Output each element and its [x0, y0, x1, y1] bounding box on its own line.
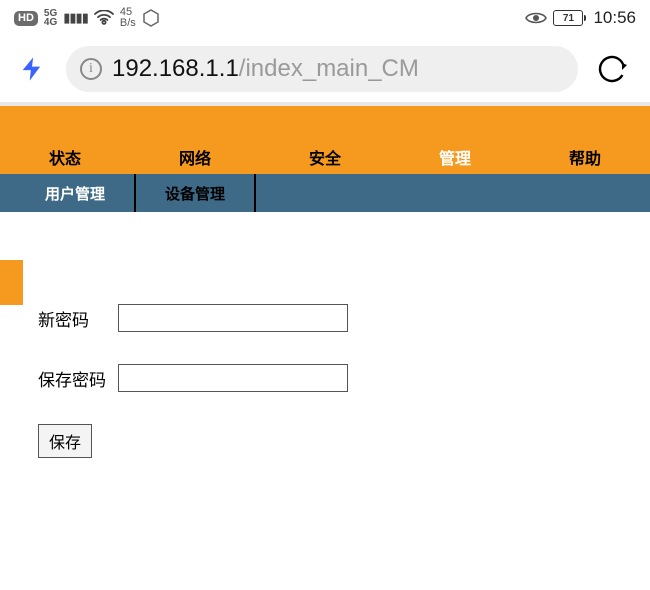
nav-help[interactable]: 帮助 — [520, 140, 650, 174]
phone-status-bar: HD 5G 4G ▮▮▮▮ 45 B/s 71 10:56 — [0, 0, 650, 36]
subnav-device-mgmt[interactable]: 设备管理 — [136, 174, 256, 212]
row-new-password: 新密码 — [38, 304, 626, 332]
save-button[interactable]: 保存 — [38, 424, 92, 458]
bytes-unit: B/s — [120, 18, 136, 29]
reload-button[interactable] — [588, 53, 636, 85]
url-path: /index_main_CM — [239, 55, 419, 82]
nav-security[interactable]: 安全 — [260, 140, 390, 174]
status-left-cluster: HD 5G 4G ▮▮▮▮ 45 B/s — [14, 7, 160, 29]
side-accent — [0, 260, 23, 305]
password-form: 新密码 保存密码 保存 — [0, 212, 650, 458]
input-new-password[interactable] — [118, 304, 348, 332]
network-4g: 4G — [44, 18, 57, 27]
label-confirm-password: 保存密码 — [38, 366, 108, 391]
header-accent — [0, 102, 650, 140]
sub-nav: 用户管理 设备管理 — [0, 174, 650, 212]
nav-status[interactable]: 状态 — [0, 140, 130, 174]
input-confirm-password[interactable] — [118, 364, 348, 392]
subnav-user-mgmt[interactable]: 用户管理 — [16, 174, 136, 212]
site-info-icon[interactable]: i — [80, 58, 102, 80]
label-new-password: 新密码 — [38, 306, 108, 331]
quick-action-button[interactable] — [8, 45, 56, 93]
address-field[interactable]: i 192.168.1.1/index_main_CM — [66, 46, 578, 92]
battery-percent: 71 — [563, 13, 574, 24]
network-type: 5G 4G — [44, 9, 57, 27]
status-right-cluster: 71 10:56 — [525, 8, 636, 28]
url-host: 192.168.1.1 — [112, 55, 239, 82]
battery-indicator: 71 — [553, 10, 583, 26]
main-nav: 状态 网络 安全 管理 帮助 — [0, 140, 650, 174]
bytes-counter: 45 B/s — [120, 7, 136, 29]
eye-icon — [525, 11, 547, 25]
url-text: 192.168.1.1/index_main_CM — [112, 55, 419, 83]
nav-network[interactable]: 网络 — [130, 140, 260, 174]
row-confirm-password: 保存密码 — [38, 364, 626, 392]
nav-manage[interactable]: 管理 — [390, 140, 520, 174]
browser-url-bar: i 192.168.1.1/index_main_CM — [0, 36, 650, 102]
hex-icon — [142, 9, 160, 27]
signal-icon: ▮▮▮▮ — [63, 10, 88, 26]
wifi-icon — [94, 10, 114, 26]
hd-badge: HD — [14, 11, 38, 26]
clock: 10:56 — [593, 8, 636, 28]
